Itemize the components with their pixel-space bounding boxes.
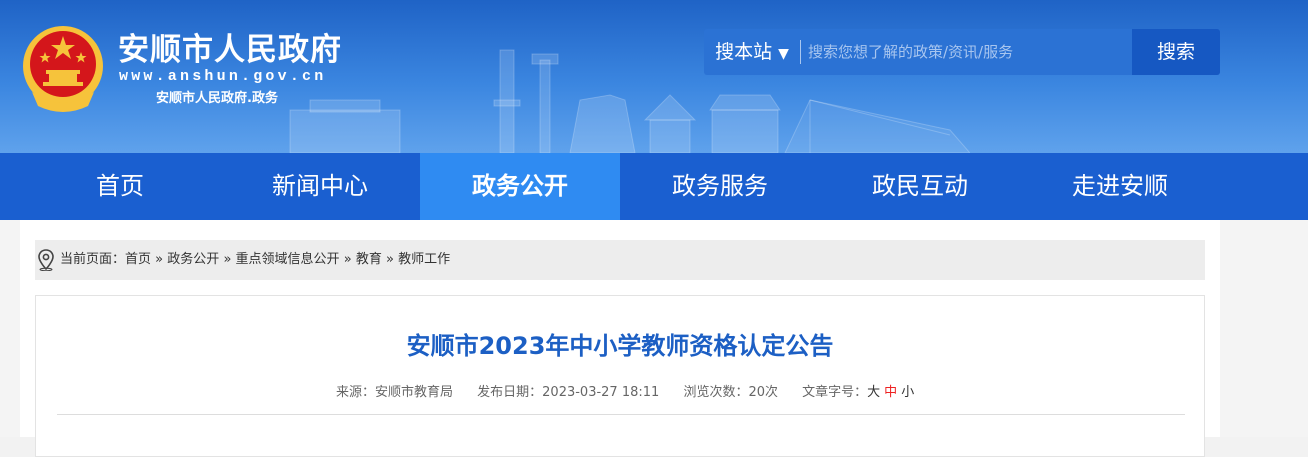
article-title: 安顺市2023年中小学教师资格认定公告 [406,332,834,360]
font-size-small-button[interactable]: 小 [901,385,914,400]
article-publish-date: 发布日期：2023-03-27 18:11 [477,385,660,400]
search-divider [800,40,801,64]
breadcrumb-separator: » [155,252,164,267]
nav-item-news[interactable]: 新闻中心 [220,153,420,220]
main-nav: 首页 新闻中心 政务公开 政务服务 政民互动 走进安顺 [0,153,1308,220]
national-emblem-logo [23,26,103,112]
article-divider [57,414,1185,415]
breadcrumb-separator: » [385,252,394,267]
nav-item-gov-services[interactable]: 政务服务 [620,153,820,220]
site-title[interactable]: 安顺市人民政府 [118,30,342,70]
caret-down-icon: ▼ [778,46,789,62]
font-size-medium-button[interactable]: 中 [884,385,897,400]
font-size-large-button[interactable]: 大 [867,385,880,400]
breadcrumb-separator: » [223,252,232,267]
breadcrumb-link-teacher-work[interactable]: 教师工作 [398,252,450,267]
nav-item-interaction[interactable]: 政民互动 [820,153,1020,220]
search-bar: 搜本站 ▼ 搜索 [704,29,1220,75]
nav-item-about-anshun[interactable]: 走进安顺 [1020,153,1220,220]
search-input[interactable] [808,29,1128,75]
search-button[interactable]: 搜索 [1132,29,1220,75]
location-pin-icon [38,249,54,271]
search-scope-label: 搜本站 [715,41,773,63]
article-source: 来源：安顺市教育局 [336,385,454,400]
site-subtitle: 安顺市人民政府.政务 [156,91,278,106]
breadcrumb-link-home[interactable]: 首页 [125,252,151,267]
breadcrumb-link-education[interactable]: 教育 [356,252,382,267]
breadcrumb-link-gov-affairs[interactable]: 政务公开 [167,252,219,267]
breadcrumb-separator: » [343,252,352,267]
breadcrumb-prefix: 当前页面： [60,252,126,267]
nav-item-gov-affairs[interactable]: 政务公开 [420,153,620,220]
font-size-label: 文章字号： [802,385,868,400]
article-meta: 来源：安顺市教育局 发布日期：2023-03-27 18:11 浏览次数：20次… [336,381,918,400]
nav-item-home[interactable]: 首页 [20,153,220,220]
breadcrumb-link-key-areas[interactable]: 重点领域信息公开 [236,252,340,267]
breadcrumb: 当前页面：首页 » 政务公开 » 重点领域信息公开 » 教育 » 教师工作 [35,240,1205,280]
article-views: 浏览次数：20次 [683,385,778,400]
article-panel: 安顺市2023年中小学教师资格认定公告 来源：安顺市教育局 发布日期：2023-… [35,295,1205,457]
site-header: 安顺市人民政府 www.anshun.gov.cn 安顺市人民政府.政务 搜本站… [0,0,1308,153]
site-url: www.anshun.gov.cn [119,68,327,85]
breadcrumb-text: 当前页面：首页 » 政务公开 » 重点领域信息公开 » 教育 » 教师工作 [60,240,450,280]
search-scope-select[interactable]: 搜本站 ▼ [704,29,800,75]
